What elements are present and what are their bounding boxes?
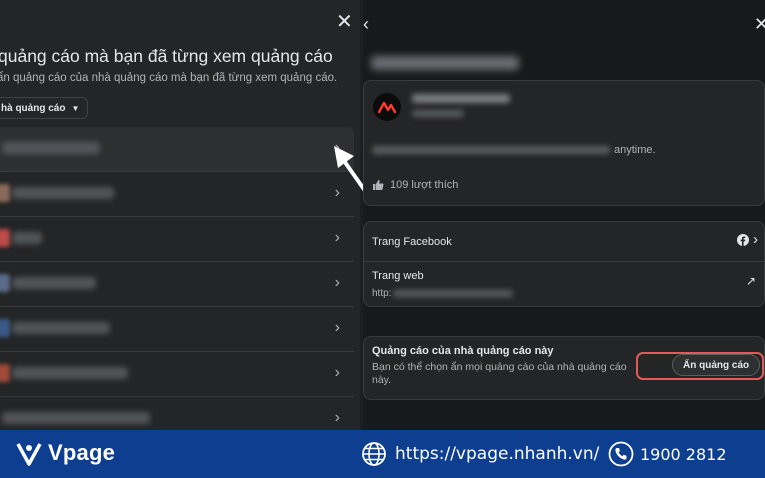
advertiser-row[interactable]: ›	[0, 172, 354, 217]
likes-count: 109 lượt thích	[372, 179, 458, 191]
advertisers-panel: ✕ quảng cáo mà bạn đã từng xem quảng cáo…	[0, 0, 360, 430]
chevron-right-icon: ›	[334, 139, 340, 156]
chevron-right-icon: ›	[334, 229, 340, 246]
panel-subtitle: ẩn quảng cáo của nhà quảng cáo mà bạn đã…	[0, 72, 338, 84]
close-icon[interactable]: ✕	[754, 14, 765, 35]
chevron-right-icon: ›	[753, 231, 758, 248]
chevron-right-icon: ›	[334, 319, 340, 336]
advertiser-row[interactable]: ›	[0, 397, 354, 430]
brand-name: Vpage	[48, 440, 116, 465]
chevron-right-icon: ›	[334, 409, 340, 426]
advertiser-logo	[373, 93, 401, 121]
advertiser-row[interactable]: ›	[0, 217, 354, 262]
advertiser-description: anytime.	[372, 144, 656, 156]
phone-number: 1900 2812	[640, 444, 727, 464]
advertiser-links-card: Trang Facebook › Trang web http: ↗	[363, 221, 765, 307]
blurred-url	[393, 290, 514, 297]
blurred-advertiser-heading	[371, 56, 519, 70]
facebook-link-icons: ›	[737, 231, 758, 248]
advertiser-profile-card: anytime. 109 lượt thích	[363, 80, 765, 206]
website-link[interactable]: Trang web http: ↗	[364, 262, 764, 308]
external-link-icon: ↗	[745, 274, 756, 288]
advertiser-list: › › › › › › ›	[0, 127, 354, 430]
phone-icon	[608, 441, 634, 467]
advertiser-row[interactable]: ›	[0, 352, 354, 397]
blurred-advertiser-name	[12, 232, 42, 244]
hide-ads-card: Quảng cáo của nhà quảng cáo này Bạn có t…	[363, 336, 765, 400]
website-text: https://vpage.nhanh.vn/	[395, 444, 600, 464]
chevron-right-icon: ›	[334, 364, 340, 381]
website-contact[interactable]: https://vpage.nhanh.vn/	[361, 441, 599, 467]
blurred-advertiser-category	[412, 110, 464, 117]
blurred-advertiser-name	[12, 367, 128, 379]
hide-ads-description: Bạn có thể chọn ẩn mọi quảng cáo của nhà…	[372, 361, 627, 386]
advertiser-filter-dropdown[interactable]: hà quảng cáo ▼	[0, 97, 89, 119]
caret-down-icon: ▼	[71, 103, 80, 113]
back-icon[interactable]: ‹	[363, 14, 369, 35]
advertiser-avatar	[0, 364, 10, 382]
globe-icon	[362, 442, 386, 466]
blurred-advertiser-name	[2, 142, 100, 154]
thumbs-up-icon	[373, 180, 384, 190]
promo-banner: Vpage https://vpage.nhanh.vn/ 1900 2812	[0, 430, 765, 478]
chevron-right-icon: ›	[334, 184, 340, 201]
advertiser-row[interactable]: ›	[0, 127, 354, 172]
blurred-description	[372, 146, 610, 154]
chevron-right-icon: ›	[334, 274, 340, 291]
website-url-prefix: http:	[372, 288, 392, 299]
close-icon[interactable]: ✕	[336, 12, 353, 32]
advertiser-avatar	[0, 274, 10, 292]
facebook-page-label: Trang Facebook	[372, 236, 452, 248]
facebook-icon	[737, 234, 749, 246]
blurred-advertiser-name	[412, 94, 510, 103]
facebook-page-link[interactable]: Trang Facebook ›	[364, 222, 764, 262]
brand-logo-icon	[378, 101, 396, 113]
advertiser-avatar	[0, 184, 10, 202]
advertiser-avatar	[0, 229, 10, 247]
website-label: Trang web	[372, 270, 424, 282]
blurred-advertiser-name	[2, 412, 150, 424]
blurred-advertiser-name	[12, 187, 114, 199]
hide-ads-button[interactable]: Ẩn quảng cáo	[672, 354, 761, 376]
blurred-advertiser-name	[12, 322, 110, 334]
vpage-brand[interactable]: Vpage	[14, 438, 115, 468]
filter-label: hà quảng cáo	[1, 102, 66, 114]
panel-title: quảng cáo mà bạn đã từng xem quảng cáo	[0, 46, 333, 66]
phone-contact[interactable]: 1900 2812	[608, 441, 727, 467]
description-tail: anytime.	[614, 144, 656, 156]
blurred-advertiser-name	[12, 277, 96, 289]
advertiser-avatar	[0, 319, 10, 337]
advertiser-row[interactable]: ›	[0, 307, 354, 352]
vpage-logo-icon	[16, 443, 42, 466]
hide-ads-title: Quảng cáo của nhà quảng cáo này	[372, 345, 554, 357]
website-url: http:	[372, 288, 514, 299]
likes-text: 109 lượt thích	[390, 179, 459, 191]
advertiser-row[interactable]: ›	[0, 262, 354, 307]
advertiser-detail-panel: ‹ ✕ anytime. 109 lượt thích Trang Facebo…	[363, 0, 765, 430]
